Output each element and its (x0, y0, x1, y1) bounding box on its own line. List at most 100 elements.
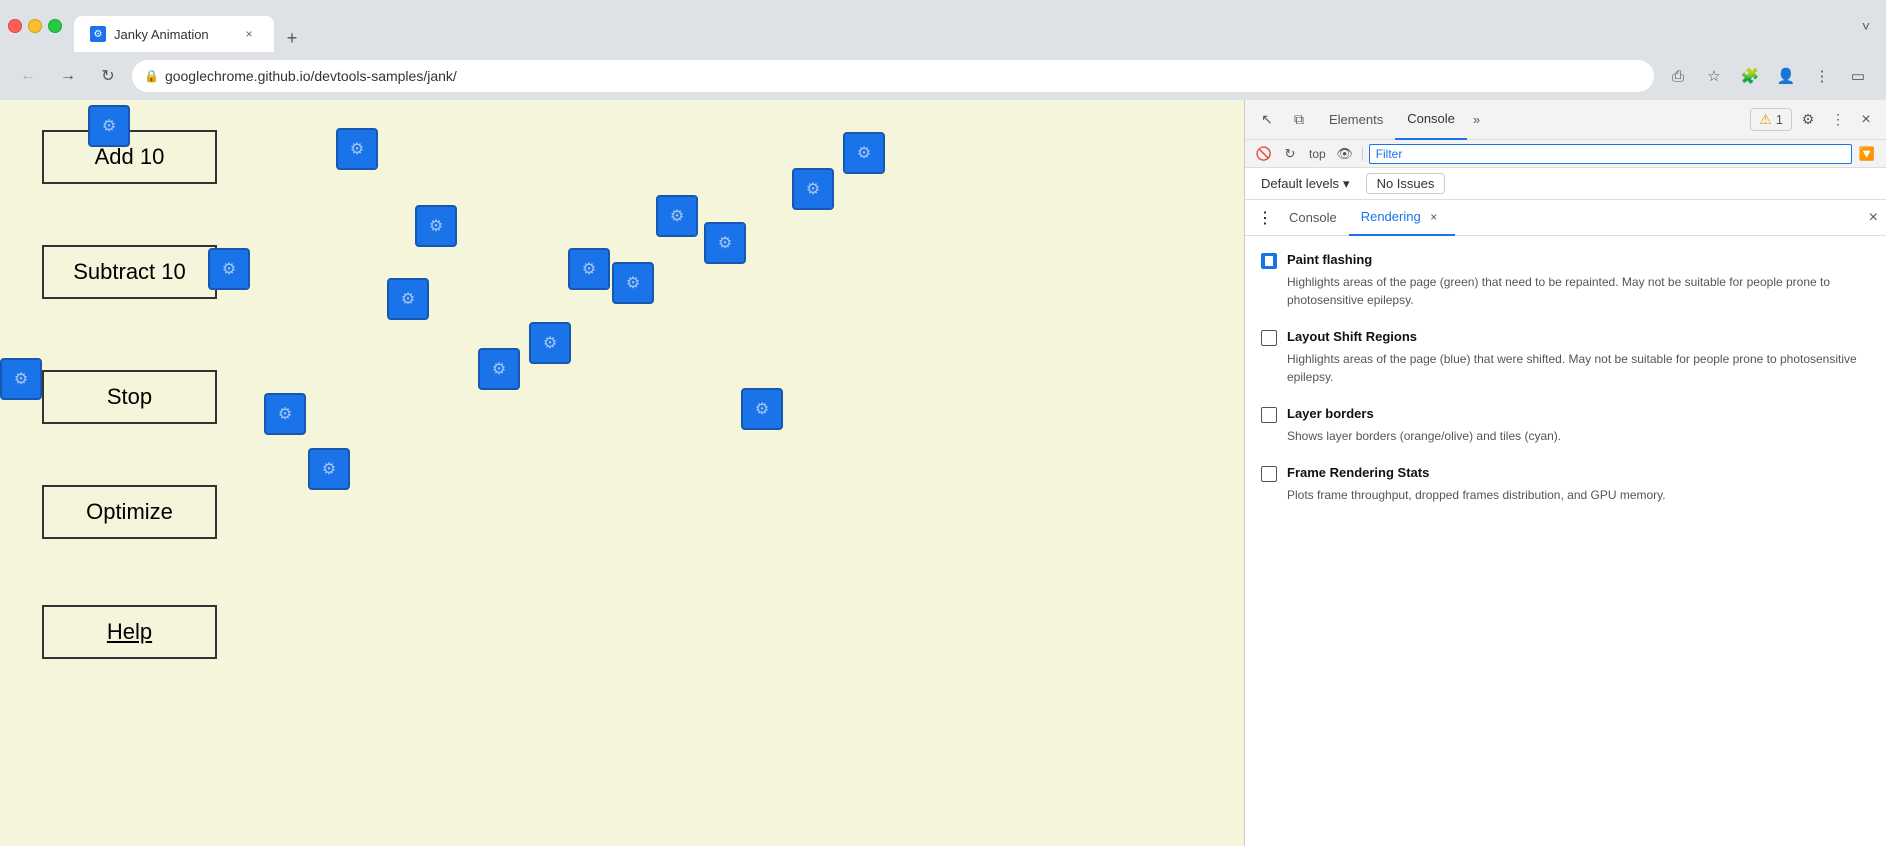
layer-borders-desc: Shows layer borders (orange/olive) and t… (1261, 427, 1870, 445)
rendering-content: Paint flashing Highlights areas of the p… (1245, 236, 1886, 846)
close-window-button[interactable] (8, 19, 22, 33)
share-button[interactable]: ⎙ (1662, 60, 1694, 92)
back-button[interactable]: ← (12, 60, 44, 92)
layout-shift-desc: Highlights areas of the page (blue) that… (1261, 350, 1870, 386)
responsive-tool-button[interactable]: ⧉ (1285, 106, 1313, 134)
menu-button[interactable]: ⋮ (1806, 60, 1838, 92)
filter-input[interactable] (1369, 144, 1852, 164)
panel-tabs: ⋮ Console Rendering × × (1245, 200, 1886, 236)
paint-flashing-option: Paint flashing Highlights areas of the p… (1261, 252, 1870, 309)
new-tab-button[interactable]: + (278, 24, 306, 52)
layout-shift-title: Layout Shift Regions (1287, 329, 1417, 344)
lock-icon: 🔒 (144, 69, 159, 83)
tab-title: Janky Animation (114, 27, 232, 42)
preserve-log-button[interactable]: ↻ (1279, 143, 1301, 165)
animated-square (792, 168, 834, 210)
layout-shift-header: Layout Shift Regions (1261, 329, 1870, 346)
warning-count: 1 (1776, 112, 1783, 127)
devtools-panel: ↖ ⧉ Elements Console » ⚠ 1 ⚙ ⋮ × (1244, 100, 1886, 846)
bookmark-button[interactable]: ☆ (1698, 60, 1730, 92)
animated-square (88, 105, 130, 147)
settings-button[interactable]: ⚙ (1794, 106, 1822, 134)
toolbar-separator (1362, 147, 1363, 161)
layer-borders-checkbox[interactable] (1261, 407, 1277, 423)
main-area: Add 10 Subtract 10 Stop Optimize Help (0, 100, 1886, 846)
default-levels-button[interactable]: Default levels ▾ (1253, 172, 1358, 196)
stop-button[interactable]: Stop (42, 370, 217, 424)
animated-square (0, 358, 42, 400)
rendering-panel-tab[interactable]: Rendering × (1349, 200, 1455, 236)
layout-shift-checkbox[interactable] (1261, 330, 1277, 346)
frame-rendering-checkbox[interactable] (1261, 466, 1277, 482)
refresh-button[interactable]: ↻ (92, 60, 124, 92)
paint-flashing-checkbox[interactable] (1261, 253, 1277, 269)
animated-square (478, 348, 520, 390)
sidebar-button[interactable]: ▭ (1842, 60, 1874, 92)
title-bar: Janky Animation × + ˅ (0, 0, 1886, 52)
tab-favicon (90, 26, 106, 42)
devtools-sub-toolbar: Default levels ▾ No Issues (1245, 168, 1886, 200)
panel-more-button[interactable]: ⋮ (1253, 206, 1277, 230)
animated-square (843, 132, 885, 174)
devtools-close-button[interactable]: × (1854, 108, 1878, 132)
minimize-window-button[interactable] (28, 19, 42, 33)
dropdown-arrow-icon: ▾ (1343, 176, 1350, 192)
tab-close-button[interactable]: × (240, 25, 258, 43)
cursor-tool-button[interactable]: ↖ (1253, 106, 1281, 134)
rendering-tab-close-button[interactable]: × (1425, 208, 1443, 226)
animated-square (741, 388, 783, 430)
panel-close-button[interactable]: × (1869, 209, 1878, 227)
elements-tab[interactable]: Elements (1317, 100, 1395, 140)
chevron-down-icon: ˅ (1862, 18, 1870, 34)
page-content: Add 10 Subtract 10 Stop Optimize Help (0, 100, 1244, 846)
animated-square (415, 205, 457, 247)
profile-button[interactable]: 👤 (1770, 60, 1802, 92)
top-context-select[interactable]: top (1305, 143, 1330, 165)
animated-square (264, 393, 306, 435)
address-bar[interactable]: 🔒 googlechrome.github.io/devtools-sample… (132, 60, 1654, 92)
animated-square (308, 448, 350, 490)
paint-flashing-header: Paint flashing (1261, 252, 1870, 269)
console-tab[interactable]: Console (1395, 100, 1467, 140)
frame-rendering-header: Frame Rendering Stats (1261, 465, 1870, 482)
help-button[interactable]: Help (42, 605, 217, 659)
animated-square (208, 248, 250, 290)
animated-square (704, 222, 746, 264)
no-issues-button[interactable]: No Issues (1366, 173, 1446, 194)
devtools-toolbar: 🚫 ↻ top 👁 🔽 (1245, 140, 1886, 168)
browser-chrome: Janky Animation × + ˅ ← → ↻ 🔒 googlechro… (0, 0, 1886, 100)
animated-square (656, 195, 698, 237)
animated-square (612, 262, 654, 304)
optimize-button[interactable]: Optimize (42, 485, 217, 539)
devtools-header: ↖ ⧉ Elements Console » ⚠ 1 ⚙ ⋮ × (1245, 100, 1886, 140)
active-tab[interactable]: Janky Animation × (74, 16, 274, 52)
more-options-button[interactable]: ⋮ (1824, 106, 1852, 134)
extensions-button[interactable]: 🧩 (1734, 60, 1766, 92)
forward-button[interactable]: → (52, 60, 84, 92)
animated-square (336, 128, 378, 170)
devtools-header-actions: ⚠ 1 ⚙ ⋮ × (1750, 106, 1878, 134)
tab-bar: Janky Animation × + (74, 0, 1854, 52)
filter-options-icon[interactable]: 🔽 (1856, 143, 1878, 165)
console-panel-tab[interactable]: Console (1277, 200, 1349, 236)
paint-flashing-title: Paint flashing (1287, 252, 1372, 267)
maximize-window-button[interactable] (48, 19, 62, 33)
warning-icon: ⚠ (1759, 111, 1772, 128)
animated-square (387, 278, 429, 320)
warning-badge[interactable]: ⚠ 1 (1750, 108, 1792, 131)
frame-rendering-title: Frame Rendering Stats (1287, 465, 1429, 480)
eye-button[interactable]: 👁 (1334, 143, 1356, 165)
layer-borders-header: Layer borders (1261, 406, 1870, 423)
address-text: googlechrome.github.io/devtools-samples/… (165, 68, 1642, 84)
layout-shift-option: Layout Shift Regions Highlights areas of… (1261, 329, 1870, 386)
nav-bar: ← → ↻ 🔒 googlechrome.github.io/devtools-… (0, 52, 1886, 100)
layer-borders-title: Layer borders (1287, 406, 1374, 421)
frame-rendering-option: Frame Rendering Stats Plots frame throug… (1261, 465, 1870, 504)
subtract-10-button[interactable]: Subtract 10 (42, 245, 217, 299)
window-controls: ˅ (1862, 18, 1878, 34)
clear-console-button[interactable]: 🚫 (1253, 143, 1275, 165)
animated-square (529, 322, 571, 364)
nav-actions: ⎙ ☆ 🧩 👤 ⋮ ▭ (1662, 60, 1874, 92)
more-tabs-button[interactable]: » (1467, 112, 1486, 127)
frame-rendering-desc: Plots frame throughput, dropped frames d… (1261, 486, 1870, 504)
